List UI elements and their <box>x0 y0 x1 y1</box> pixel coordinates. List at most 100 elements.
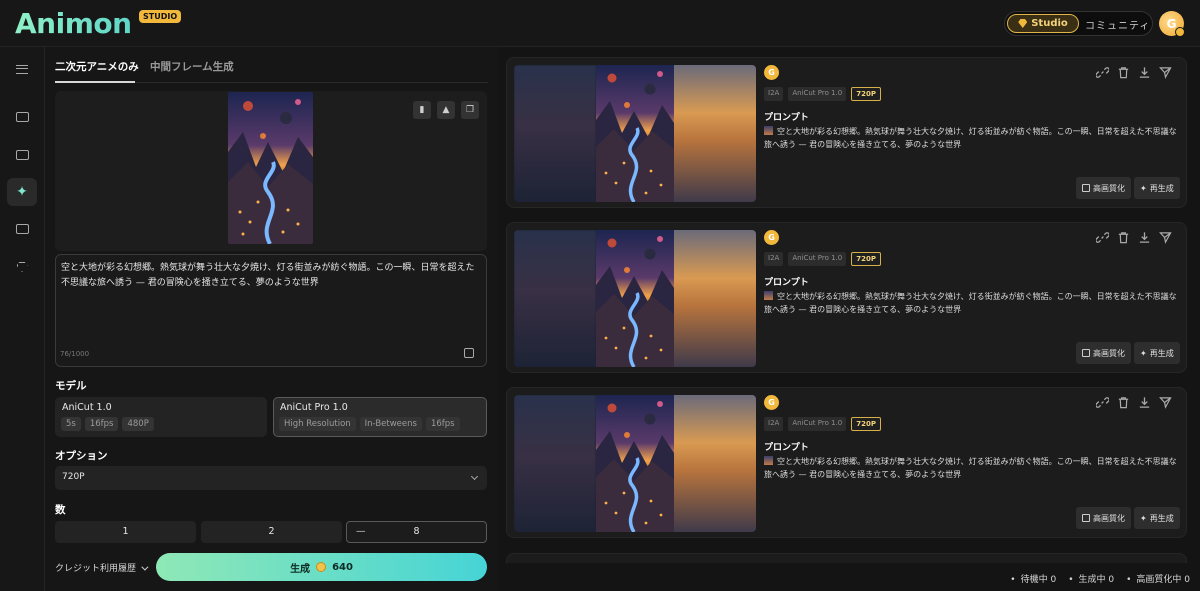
prompt-textarea[interactable]: 空と大地が彩る幻想郷。熱気球が舞う壮大な夕焼け、灯る街並みが紡ぐ物語。この一瞬、… <box>55 254 487 367</box>
chevron-down-icon <box>470 472 479 481</box>
share-button[interactable] <box>1159 231 1172 244</box>
regenerate-label: 再生成 <box>1149 183 1174 193</box>
studio-logo-badge: STUDIO <box>139 10 182 23</box>
top-header: Animon STUDIO Studio コミュニティ G <box>0 0 1200 47</box>
decrement-button[interactable]: — <box>356 522 366 542</box>
menu-button[interactable] <box>7 55 37 83</box>
sparkle-icon: ✦ <box>16 184 28 200</box>
rail-item-premium[interactable] <box>7 253 37 281</box>
blurred-frame-right <box>674 395 756 532</box>
result-frame <box>596 395 674 532</box>
regenerate-label: 再生成 <box>1149 513 1174 523</box>
result-frame <box>596 65 674 202</box>
mode-switch: Studio コミュニティ <box>1004 11 1153 36</box>
delete-result-button[interactable] <box>1117 396 1130 409</box>
image-upload-area[interactable]: ▮ ▲ ❐ <box>55 91 487 251</box>
community-link[interactable]: コミュニティ <box>1085 17 1150 32</box>
status-generating: 生成中 0 <box>1068 572 1115 585</box>
upscale-label: 高画質化 <box>1093 348 1125 358</box>
rail-item-image[interactable] <box>7 141 37 169</box>
author-avatar: G <box>764 230 779 245</box>
chevron-down-icon <box>141 563 149 571</box>
upscale-icon <box>1082 514 1090 522</box>
copy-link-button[interactable] <box>1095 231 1110 244</box>
delete-result-button[interactable] <box>1117 231 1130 244</box>
animon-logo[interactable]: Animon <box>15 7 132 40</box>
link-icon <box>1095 67 1110 78</box>
count-stepper[interactable]: — 8 <box>346 521 487 543</box>
download-button[interactable] <box>1138 396 1151 409</box>
download-icon <box>1139 67 1150 78</box>
rail-item-video[interactable] <box>7 103 37 131</box>
download-button[interactable] <box>1138 231 1151 244</box>
result-card: G I2A AniCut Pro 1.0 720P プロンプト 空と大地が彩る幻… <box>506 387 1187 538</box>
prompt-thumbnail <box>764 126 773 135</box>
resolution-select[interactable]: 720P <box>55 466 487 490</box>
credit-history-toggle[interactable]: クレジット利用履歴 <box>55 561 149 574</box>
generate-cost: 640 <box>332 561 353 573</box>
result-video-preview[interactable] <box>514 65 756 202</box>
upscale-button[interactable]: 高画質化 <box>1076 507 1131 529</box>
replace-image-button[interactable]: ▲ <box>437 101 455 119</box>
blurred-frame-right <box>674 230 756 367</box>
download-button[interactable] <box>1138 66 1151 79</box>
generate-button[interactable]: 生成 640 <box>156 553 487 581</box>
queue-status: 待機中 0 生成中 0 高画質化中 0 <box>1010 572 1190 585</box>
rail-item-library[interactable] <box>7 215 37 243</box>
upload-toolbar: ▮ ▲ ❐ <box>413 101 479 119</box>
regenerate-button[interactable]: ✦ 再生成 <box>1134 177 1180 199</box>
copy-link-button[interactable] <box>1095 66 1110 79</box>
result-prompt-text: 空と大地が彩る幻想郷。熱気球が舞う壮大な夕焼け、灯る街並みが紡ぐ物語。この一瞬、… <box>764 125 1179 151</box>
library-icon <box>15 224 29 234</box>
regenerate-button[interactable]: ✦ 再生成 <box>1134 342 1180 364</box>
result-model-tag: AniCut Pro 1.0 <box>788 87 847 101</box>
count-option-2[interactable]: 2 <box>201 521 342 543</box>
generate-label: 生成 <box>290 563 311 575</box>
model-tag: High Resolution <box>279 417 356 431</box>
credit-history-label: クレジット利用履歴 <box>55 564 137 574</box>
result-model-tag: AniCut Pro 1.0 <box>788 252 847 266</box>
delete-image-button[interactable]: ▮ <box>413 101 431 119</box>
result-frame <box>596 230 674 367</box>
regenerate-label: 再生成 <box>1149 348 1174 358</box>
prompt-assist-icon[interactable] <box>464 348 474 358</box>
result-prompt-label: プロンプト <box>764 443 809 453</box>
share-button[interactable] <box>1159 396 1172 409</box>
result-video-preview[interactable] <box>514 395 756 532</box>
trash-icon <box>1118 232 1129 244</box>
regenerate-button[interactable]: ✦ 再生成 <box>1134 507 1180 529</box>
send-icon <box>1159 67 1172 79</box>
download-icon <box>1139 232 1150 243</box>
copy-link-button[interactable] <box>1095 396 1110 409</box>
copy-image-button[interactable]: ❐ <box>461 101 479 119</box>
result-video-preview[interactable] <box>514 230 756 367</box>
model-option-anicut[interactable]: AniCut 1.0 5s 16fps 480P <box>55 397 267 437</box>
prompt-text: 空と大地が彩る幻想郷。熱気球が舞う壮大な夕焼け、灯る街並みが紡ぐ物語。この一瞬、… <box>61 263 475 288</box>
result-resolution-tag: 720P <box>851 252 881 266</box>
model-tag: 16fps <box>84 417 119 431</box>
result-prompt-body: 空と大地が彩る幻想郷。熱気球が舞う壮大な夕焼け、灯る街並みが紡ぐ物語。この一瞬、… <box>764 457 1177 479</box>
result-mode-tag: I2A <box>764 87 784 101</box>
tab-anime-only[interactable]: 二次元アニメのみ <box>55 59 139 74</box>
upscale-button[interactable]: 高画質化 <box>1076 342 1131 364</box>
rail-item-generate[interactable]: ✦ <box>7 178 37 206</box>
result-prompt-label: プロンプト <box>764 113 809 123</box>
share-button[interactable] <box>1159 66 1172 79</box>
upscale-button[interactable]: 高画質化 <box>1076 177 1131 199</box>
upscale-icon <box>1082 349 1090 357</box>
trash-icon <box>1118 67 1129 79</box>
count-option-1[interactable]: 1 <box>55 521 196 543</box>
delete-result-button[interactable] <box>1117 66 1130 79</box>
hamburger-icon <box>16 64 28 74</box>
trash-icon: ▮ <box>419 105 425 115</box>
result-model-tag: AniCut Pro 1.0 <box>788 417 847 431</box>
copy-icon: ❐ <box>465 105 475 115</box>
result-prompt-label: プロンプト <box>764 278 809 288</box>
model-option-anicut-pro[interactable]: AniCut Pro 1.0 High Resolution In-Betwee… <box>273 397 487 437</box>
author-avatar: G <box>764 65 779 80</box>
prompt-thumbnail <box>764 291 773 300</box>
user-avatar[interactable]: G <box>1159 11 1185 37</box>
tab-inbetween[interactable]: 中間フレーム生成 <box>150 59 234 74</box>
studio-button[interactable]: Studio <box>1007 14 1079 33</box>
active-tab-indicator <box>55 81 135 83</box>
